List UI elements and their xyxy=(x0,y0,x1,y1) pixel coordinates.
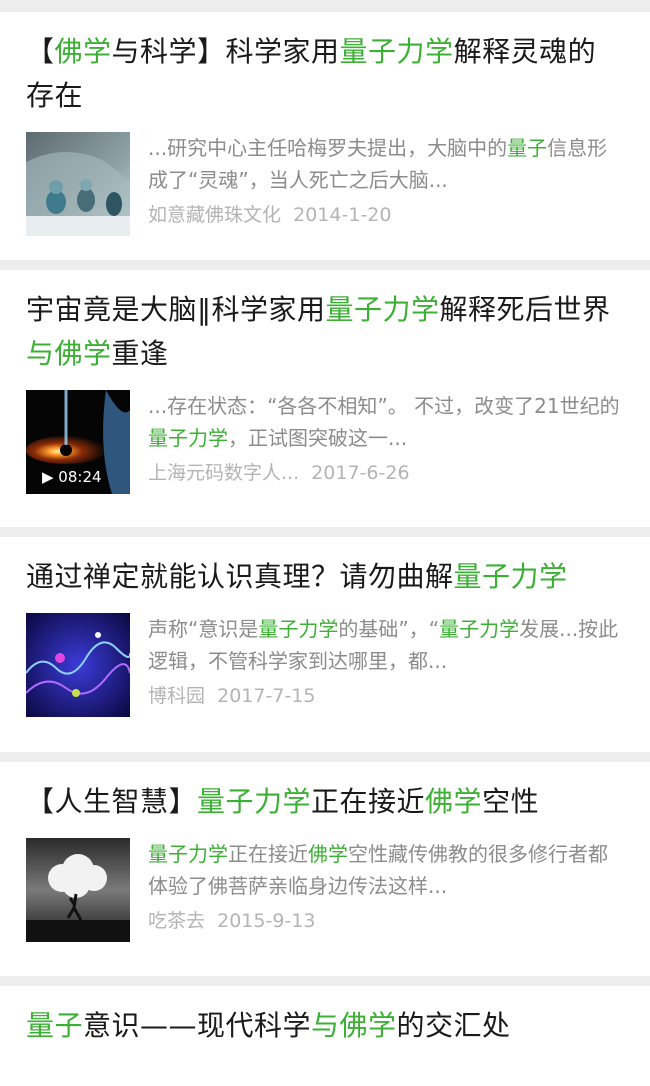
text-segment: 宇宙竟是大脑‖科学家用 xyxy=(26,293,326,326)
result-source[interactable]: 吃茶去 xyxy=(148,910,205,932)
result-date: 2015-9-13 xyxy=(217,910,316,932)
text-segment: 的基础”，“ xyxy=(338,617,440,641)
highlighted-keyword: 量子 xyxy=(26,1009,84,1042)
result-meta: 上海元码数字人... 2017-6-26 xyxy=(148,458,624,488)
result-date: 2017-6-26 xyxy=(311,462,410,484)
text-segment: 【 xyxy=(26,35,55,68)
result-source[interactable]: 如意藏佛珠文化 xyxy=(148,204,281,226)
video-duration: ▶ 08:24 xyxy=(42,468,102,486)
result-meta: 吃茶去 2015-9-13 xyxy=(148,906,624,936)
result-snippet: ...研究中心主任哈梅罗夫提出，大脑中的量子信息形成了“灵魂”，当人死亡之后大脑… xyxy=(148,132,624,196)
text-segment: 正在接近 xyxy=(311,785,426,818)
highlighted-keyword: 量子力学 xyxy=(148,426,228,450)
result-meta: 博科园 2017-7-15 xyxy=(148,681,624,711)
thumbnail-image[interactable] xyxy=(26,838,130,942)
highlighted-keyword: 量子力学 xyxy=(197,785,312,818)
text-segment: 与科学】科学家用 xyxy=(111,35,340,68)
result-card[interactable]: 通过禅定就能认识真理？请勿曲解量子力学 声称“意识是量子力学的基础”，“量子力学… xyxy=(0,537,650,752)
result-date: 2014-1-20 xyxy=(293,204,392,226)
result-snippet: 声称“意识是量子力学的基础”，“量子力学发展...按此逻辑，不管科学家到达哪里，… xyxy=(148,613,624,677)
highlighted-keyword: 量子力学 xyxy=(339,35,454,68)
text-segment: ...研究中心主任哈梅罗夫提出，大脑中的 xyxy=(148,136,508,160)
result-card[interactable]: 【佛学与科学】科学家用量子力学解释灵魂的存在 ...研究中心主任哈梅罗夫提出，大… xyxy=(0,12,650,260)
result-title[interactable]: 量子意识——现代科学与佛学的交汇处 xyxy=(26,1004,624,1048)
highlighted-keyword: 量子 xyxy=(507,136,548,160)
result-card[interactable]: 【人生智慧】量子力学正在接近佛学空性 量子力学正在接近佛学空性藏传佛教的很多修行… xyxy=(0,762,650,976)
text-segment: 正在接近 xyxy=(228,842,308,866)
result-source[interactable]: 博科园 xyxy=(148,685,205,707)
text-segment: 解释死后世界 xyxy=(439,293,611,326)
text-segment: 通过禅定就能认识真理？请勿曲解 xyxy=(26,560,454,593)
text-segment: ，正试图突破这一... xyxy=(228,426,408,450)
highlighted-keyword: 量子力学 xyxy=(258,617,339,641)
video-thumbnail[interactable]: ▶ 08:24 xyxy=(26,390,130,494)
result-source[interactable]: 上海元码数字人... xyxy=(148,462,299,484)
text-segment: 意识——现代科学 xyxy=(83,1009,312,1042)
highlighted-keyword: 佛学 xyxy=(425,785,483,818)
text-segment: 的交汇处 xyxy=(396,1009,511,1042)
result-title[interactable]: 【人生智慧】量子力学正在接近佛学空性 xyxy=(26,780,624,824)
result-snippet: 量子力学正在接近佛学空性藏传佛教的很多修行者都体验了佛菩萨亲临身边传法这样... xyxy=(148,838,624,902)
highlighted-keyword: 与佛学 xyxy=(311,1009,397,1042)
result-title[interactable]: 通过禅定就能认识真理？请勿曲解量子力学 xyxy=(26,555,624,599)
text-segment: 声称“意识是 xyxy=(148,617,259,641)
text-segment: 空性 xyxy=(482,785,540,818)
result-snippet: ...存在状态：“各各不相知”。 不过，改变了21世纪的量子力学，正试图突破这一… xyxy=(148,390,624,454)
result-title[interactable]: 【佛学与科学】科学家用量子力学解释灵魂的存在 xyxy=(26,30,624,118)
thumbnail-image[interactable] xyxy=(26,613,130,717)
text-segment: ...存在状态：“各各不相知”。 不过，改变了21世纪的 xyxy=(148,394,620,418)
result-date: 2017-7-15 xyxy=(217,685,316,707)
result-meta: 如意藏佛珠文化 2014-1-20 xyxy=(148,200,624,230)
thumbnail-image[interactable] xyxy=(26,132,130,236)
highlighted-keyword: 与佛学 xyxy=(26,337,112,370)
highlighted-keyword: 量子力学 xyxy=(148,842,228,866)
text-segment: 重逢 xyxy=(111,337,169,370)
result-title[interactable]: 宇宙竟是大脑‖科学家用量子力学解释死后世界与佛学重逢 xyxy=(26,288,624,376)
result-card[interactable]: 宇宙竟是大脑‖科学家用量子力学解释死后世界与佛学重逢 ▶ 08:24 ...存在… xyxy=(0,270,650,527)
highlighted-keyword: 量子力学 xyxy=(439,617,520,641)
result-card[interactable]: 量子意识——现代科学与佛学的交汇处 xyxy=(0,986,650,1086)
highlighted-keyword: 量子力学 xyxy=(325,293,440,326)
text-segment: 【人生智慧】 xyxy=(26,785,198,818)
top-gap xyxy=(0,0,650,12)
highlighted-keyword: 佛学 xyxy=(308,842,348,866)
highlighted-keyword: 佛学 xyxy=(54,35,112,68)
highlighted-keyword: 量子力学 xyxy=(453,560,568,593)
